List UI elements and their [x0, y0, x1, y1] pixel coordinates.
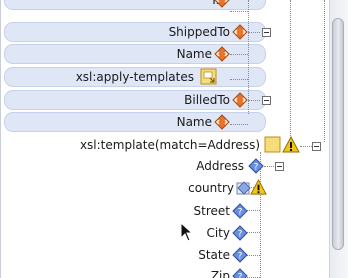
- svg-text:?: ?: [254, 163, 259, 173]
- tree-connector: [246, 232, 260, 233]
- source-node-icon: ?: [232, 268, 248, 278]
- element-icon: [214, 0, 230, 8]
- xslt-mapper-tree-pane: ID ShippedTo Name xsl:apply-templates Bi…: [0, 0, 348, 278]
- tree-node-label[interactable]: Zip: [211, 266, 230, 278]
- tree-connector: [230, 54, 248, 55]
- apply-templates-icon: [200, 68, 217, 85]
- tree-node-label[interactable]: City: [206, 223, 230, 243]
- tree-connector: [246, 210, 260, 211]
- tree-node-label[interactable]: country: [188, 178, 234, 198]
- collapse-toggle[interactable]: [275, 162, 284, 171]
- scrollbar-thumb[interactable]: [332, 18, 344, 250]
- tree-connector: [290, 0, 291, 142]
- tree-connector: [248, 32, 260, 33]
- tree-node-label[interactable]: Street: [194, 201, 230, 221]
- element-icon: [232, 92, 248, 108]
- collapse-toggle[interactable]: [262, 28, 271, 37]
- mouse-cursor-icon: [180, 222, 194, 242]
- element-icon: [214, 46, 230, 62]
- tree-connector: [230, 11, 248, 12]
- source-node-icon: ?: [232, 225, 248, 241]
- pane-border: [0, 0, 1, 278]
- tree-connector: [246, 255, 260, 256]
- element-icon: [214, 114, 230, 130]
- tree-connector: [248, 100, 260, 101]
- template-icon: [264, 136, 281, 153]
- tree-node-label[interactable]: xsl:template(match=Address): [80, 135, 260, 155]
- tree-node-label[interactable]: State: [198, 245, 230, 265]
- source-node-icon: ?: [232, 247, 248, 263]
- tree-connector: [324, 0, 325, 142]
- element-icon: [232, 24, 248, 40]
- collapse-toggle[interactable]: [262, 96, 271, 105]
- tree-node-label[interactable]: Name: [177, 112, 212, 132]
- svg-text:?: ?: [238, 230, 243, 240]
- tree-connector: [230, 79, 248, 80]
- tree-node-label[interactable]: xsl:apply-templates: [76, 67, 194, 87]
- tree-node-label[interactable]: Address: [196, 156, 244, 176]
- tree-connector: [248, 0, 249, 114]
- svg-text:?: ?: [238, 252, 243, 262]
- tree-connector: [300, 146, 312, 147]
- tree-connector: [264, 166, 274, 167]
- tree-node-label[interactable]: BilledTo: [184, 90, 230, 110]
- svg-text:?: ?: [238, 273, 243, 278]
- source-node-icon: ?: [248, 158, 264, 174]
- svg-text:?: ?: [238, 208, 243, 218]
- collapse-toggle[interactable]: [312, 142, 321, 151]
- source-node-icon: ?: [232, 203, 248, 219]
- warning-icon: [250, 179, 267, 195]
- tree-connector: [230, 124, 248, 125]
- tree-node-label[interactable]: Name: [177, 44, 212, 64]
- warning-icon: [282, 136, 300, 153]
- tree-node-label[interactable]: ShippedTo: [169, 22, 230, 42]
